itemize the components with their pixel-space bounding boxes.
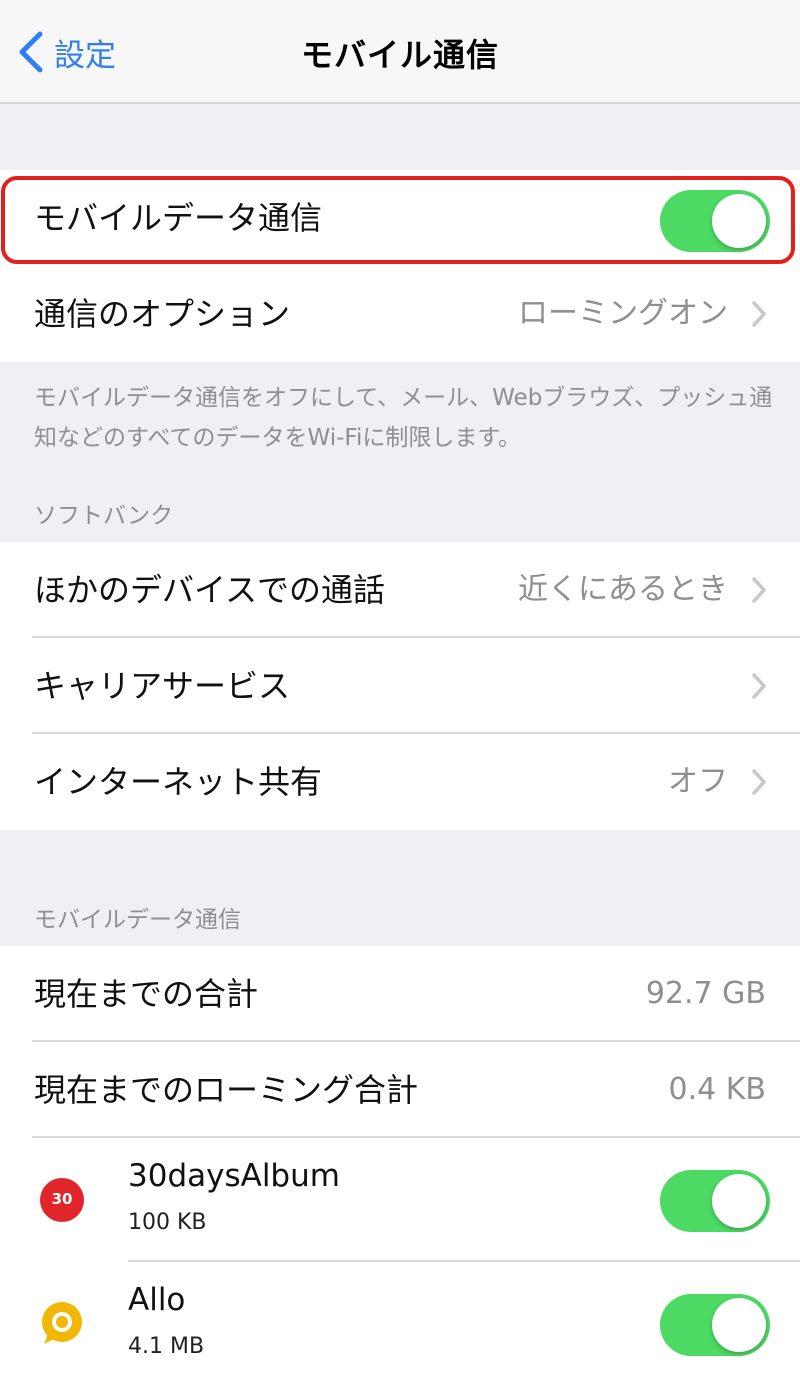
usage-group: 現在までの合計 92.7 GB 現在までのローミング合計 0.4 KB 30 3… — [0, 946, 800, 1386]
usage-section-header: モバイルデータ通信 — [34, 907, 241, 933]
mobile-data-group: モバイルデータ通信 通信のオプション ローミングオン — [0, 170, 800, 362]
app-data-toggle-allo[interactable] — [660, 1294, 770, 1356]
calls-on-other-devices-label: ほかのデバイスでの通話 — [34, 571, 386, 609]
app-row-30daysalbum: 30 30daysAlbum 100 KB — [0, 1138, 800, 1262]
carrier-section-header: ソフトバンク — [34, 503, 174, 529]
app-name: 30daysAlbum — [128, 1158, 340, 1194]
toggle-knob — [712, 1174, 766, 1228]
app-data-size: 100 KB — [128, 1210, 207, 1235]
chevron-right-icon — [752, 673, 766, 699]
roaming-total-value: 0.4 KB — [668, 1072, 767, 1107]
current-total-label: 現在までの合計 — [34, 975, 259, 1013]
navigation-bar: 設定 モバイル通信 — [0, 0, 800, 104]
toggle-knob — [712, 1298, 766, 1352]
personal-hotspot-value: オフ — [668, 764, 728, 799]
chevron-right-icon — [752, 769, 766, 795]
carrier-services-row[interactable]: キャリアサービス — [0, 638, 800, 734]
app-name: Allo — [128, 1282, 186, 1318]
roaming-total-label: 現在までのローミング合計 — [34, 1071, 419, 1109]
app-row-allo: Allo 4.1 MB — [0, 1262, 800, 1386]
mobile-data-label: モバイルデータ通信 — [34, 199, 323, 237]
mobile-data-footnote: モバイルデータ通信をオフにして、メール、Webブラウズ、プッシュ通知などのすべて… — [34, 385, 773, 451]
personal-hotspot-label: インターネット共有 — [34, 763, 323, 801]
carrier-group: ほかのデバイスでの通話 近くにあるとき キャリアサービス インターネット共有 オ… — [0, 542, 800, 830]
chevron-right-icon — [752, 577, 766, 603]
carrier-services-label: キャリアサービス — [34, 667, 291, 705]
mobile-data-toggle[interactable] — [660, 190, 770, 252]
options-value: ローミングオン — [518, 296, 728, 331]
page-title: モバイル通信 — [300, 36, 499, 74]
current-total-row: 現在までの合計 92.7 GB — [0, 946, 800, 1042]
options-label: 通信のオプション — [34, 295, 291, 333]
allo-icon — [30, 1292, 94, 1356]
app-data-size: 4.1 MB — [128, 1334, 205, 1359]
30days-album-icon: 30 — [30, 1168, 94, 1232]
30days-icon-text: 30 — [52, 1190, 73, 1208]
calls-on-other-devices-value: 近くにあるとき — [518, 572, 728, 607]
chevron-right-icon — [752, 301, 766, 327]
toggle-knob — [712, 194, 766, 248]
app-data-toggle-30daysalbum[interactable] — [660, 1170, 770, 1232]
current-total-value: 92.7 GB — [645, 976, 766, 1011]
personal-hotspot-row[interactable]: インターネット共有 オフ — [0, 734, 800, 830]
roaming-total-row: 現在までのローミング合計 0.4 KB — [0, 1042, 800, 1138]
mobile-data-row: モバイルデータ通信 — [0, 170, 800, 266]
calls-on-other-devices-row[interactable]: ほかのデバイスでの通話 近くにあるとき — [0, 542, 800, 638]
options-row[interactable]: 通信のオプション ローミングオン — [0, 266, 800, 362]
